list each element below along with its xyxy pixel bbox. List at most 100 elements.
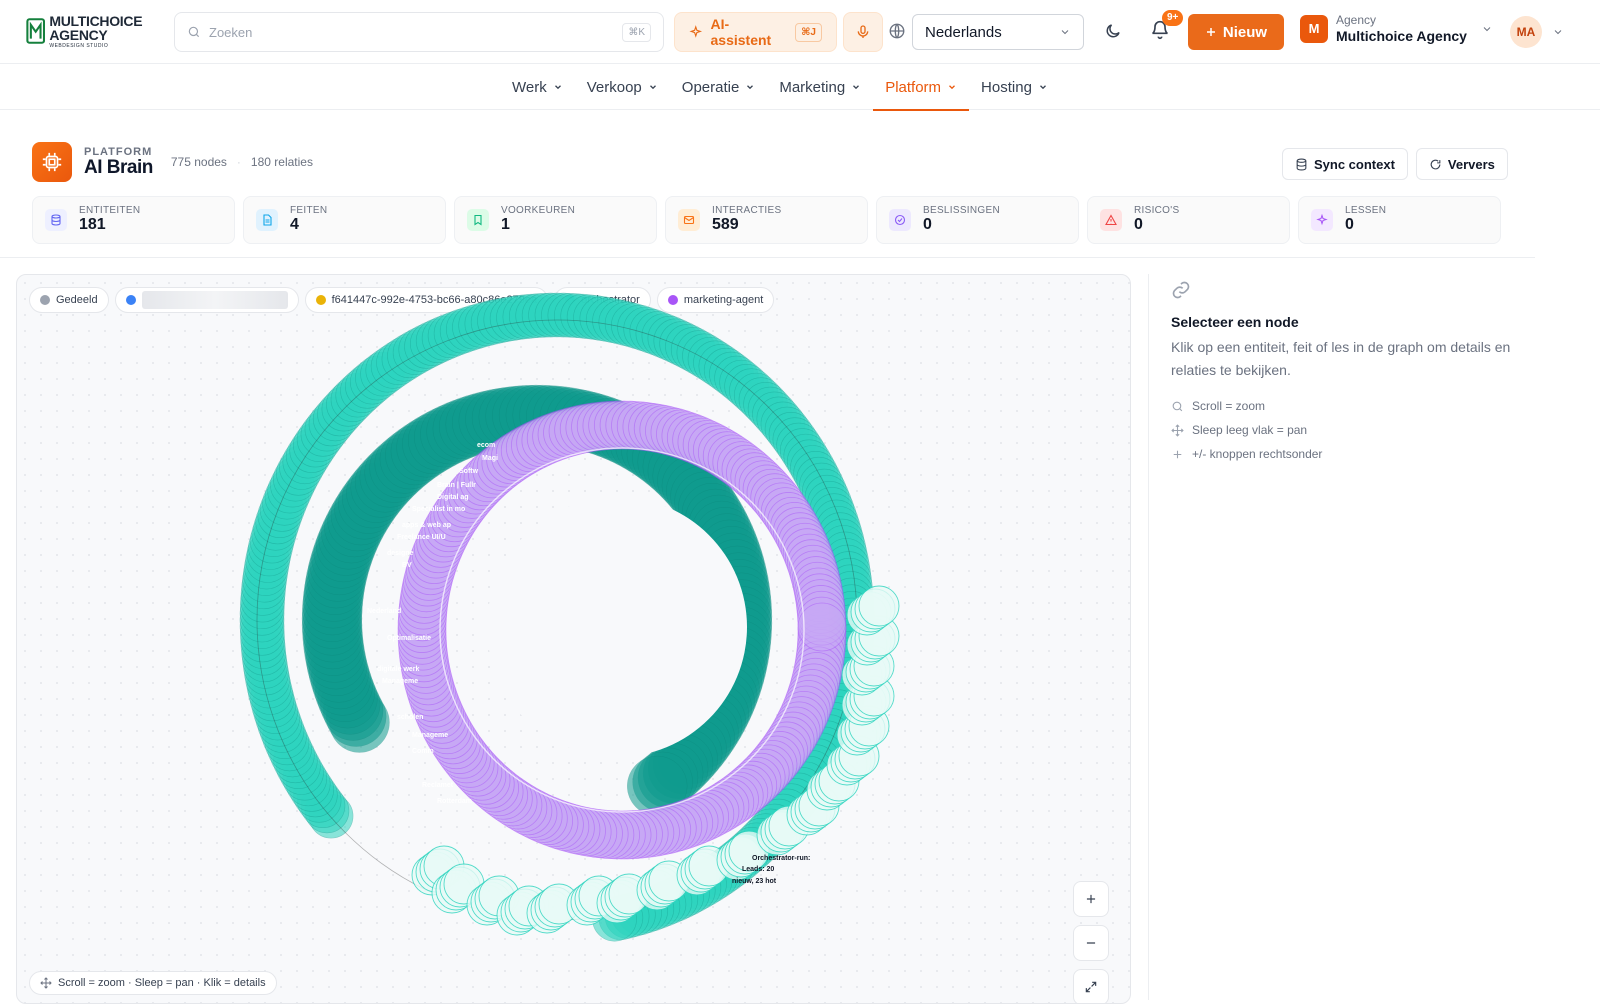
document-icon [256,209,278,231]
notification-badge: 9+ [1162,10,1184,26]
graph-visualization[interactable]: ecom MagiSoftw Brain | Fullr Digital ag Spec… [17,275,1131,1004]
tab-operatie[interactable]: Operatie [670,64,768,110]
brand-name: MULTICHOICE AGENCY [49,12,143,43]
tab-label: Platform [885,78,942,96]
chevron-down-icon [853,85,860,90]
main-nav: Werk Verkoop Operatie Marketing Platform… [0,64,1600,111]
tab-verkoop[interactable]: Verkoop [575,64,670,110]
search-shortcut: ⌘K [622,22,651,42]
knowledge-graph-canvas[interactable]: Gedeeld f641447c-992e-4753-bc66-a80c86e2… [16,274,1131,1004]
tab-label: Marketing [779,78,846,96]
graph-node-label: Freelance UI/U [397,534,446,541]
chevron-down-icon [1061,30,1069,35]
stat-interacties[interactable]: INTERACTIES 589 [665,196,868,244]
tips-list: Scroll = zoom Sleep leeg vlak = pan +/- … [1171,394,1322,466]
details-panel: Selecteer een node Klik op een entiteit,… [1148,274,1528,1000]
page-section: PLATFORM [84,145,153,158]
language-select[interactable]: Nederlands [912,14,1084,50]
section-divider [0,257,1535,258]
bookmark-icon [467,209,489,231]
details-description: Klik op een entiteit, feit of les in de … [1171,339,1511,378]
chevron-down-icon[interactable] [1552,26,1564,38]
check-circle-icon [889,209,911,231]
tip-label: Sleep leeg vlak = pan [1192,423,1308,437]
agency-avatar: M [1300,14,1328,43]
user-avatar[interactable]: MA [1510,16,1542,48]
stat-value: 0 [923,215,932,233]
meta-separator: · [236,155,241,169]
stat-label: BESLISSINGEN [923,205,1000,217]
ai-assistant-button[interactable]: AI-assistent ⌘J [674,12,837,52]
relation-count: 180 relaties [250,155,313,169]
warning-icon [1100,209,1122,231]
chip-icon [32,142,72,182]
stat-value: 589 [712,215,739,233]
graph-center[interactable] [487,497,747,757]
graph-node-label: Magi [482,455,498,462]
graph-node-label: Optimalisatie [387,635,431,642]
plus-icon [1173,450,1182,458]
tip-label: +/- knoppen rechtsonder [1192,447,1323,461]
node-count: 775 nodes [170,155,227,169]
link-icon [1172,281,1190,299]
graph-node-label: scholen [397,714,423,721]
language-value: Nederlands [925,23,1002,41]
stat-lessen[interactable]: LESSEN 0 [1298,196,1501,244]
tab-hosting[interactable]: Hosting [969,64,1060,110]
new-button[interactable]: Nieuw [1188,14,1284,50]
refresh-label: Ververs [1447,156,1495,172]
sparkle-icon [689,25,703,38]
zoom-out-button[interactable] [1073,925,1109,961]
graph-node-label: digitale werk [377,666,420,673]
tab-marketing[interactable]: Marketing [767,64,873,110]
sync-context-label: Sync context [1314,156,1395,172]
chevron-down-icon [649,85,656,90]
stat-value: 0 [1345,215,1354,233]
search-bar[interactable]: ⌘K [174,12,664,52]
tab-label: Hosting [981,78,1032,96]
brand-tagline: WEBDESIGN STUDIO [49,42,109,49]
zoom-controls [1073,881,1109,1003]
logo-mark-icon [26,18,46,44]
search-icon [188,26,200,38]
stat-voorkeuren[interactable]: VOORKEUREN 1 [454,196,657,244]
graph-node-label: Comm [412,748,434,755]
tab-platform[interactable]: Platform [873,64,969,111]
refresh-button[interactable]: Ververs [1415,148,1508,180]
stat-risicos[interactable]: RISICO'S 0 [1087,196,1290,244]
chevron-down-icon [747,85,754,90]
tip-item: Scroll = zoom [1171,394,1322,418]
zoom-in-button[interactable] [1073,881,1109,917]
chevron-down-icon [554,85,561,90]
agency-switcher[interactable]: M Agency Multichoice Agency [1300,13,1493,44]
tab-label: Werk [512,78,547,96]
database-icon [45,209,67,231]
page-title: AI Brain [84,156,153,178]
chevron-down-icon [1039,85,1046,90]
plus-icon [1086,894,1096,904]
fit-view-button[interactable] [1073,969,1109,1003]
theme-toggle-icon[interactable] [1104,22,1122,40]
stat-beslissingen[interactable]: BESLISSINGEN 0 [876,196,1079,244]
stat-feiten[interactable]: FEITEN 4 [243,196,446,244]
graph-node-marketing[interactable] [797,602,847,652]
tab-werk[interactable]: Werk [500,64,575,110]
search-input[interactable] [209,24,623,40]
graph-node-label: Reclamet [422,782,454,789]
voice-button[interactable] [843,12,883,52]
chevron-down-icon [1483,27,1491,32]
details-title: Selecteer een node [1171,314,1299,330]
graph-node-label: Manageme [382,678,418,685]
agency-name: Multichoice Agency [1336,27,1467,44]
graph-node-run[interactable] [858,585,900,627]
graph-hint-label: Scroll = zoom · Sleep = pan · Klik = det… [58,977,266,989]
brand-logo[interactable]: MULTICHOICE AGENCY WEBDESIGN STUDIO [26,10,156,52]
refresh-icon [1430,159,1441,169]
stat-entiteiten[interactable]: ENTITEITEN 181 [32,196,235,244]
stat-value: 0 [1134,215,1143,233]
database-icon [1296,158,1307,170]
plus-icon [1206,28,1215,36]
graph-node-label: nieuw, 23 hot [732,878,777,885]
graph-node-label: Digital ag [437,494,469,501]
sync-context-button[interactable]: Sync context [1282,148,1408,180]
